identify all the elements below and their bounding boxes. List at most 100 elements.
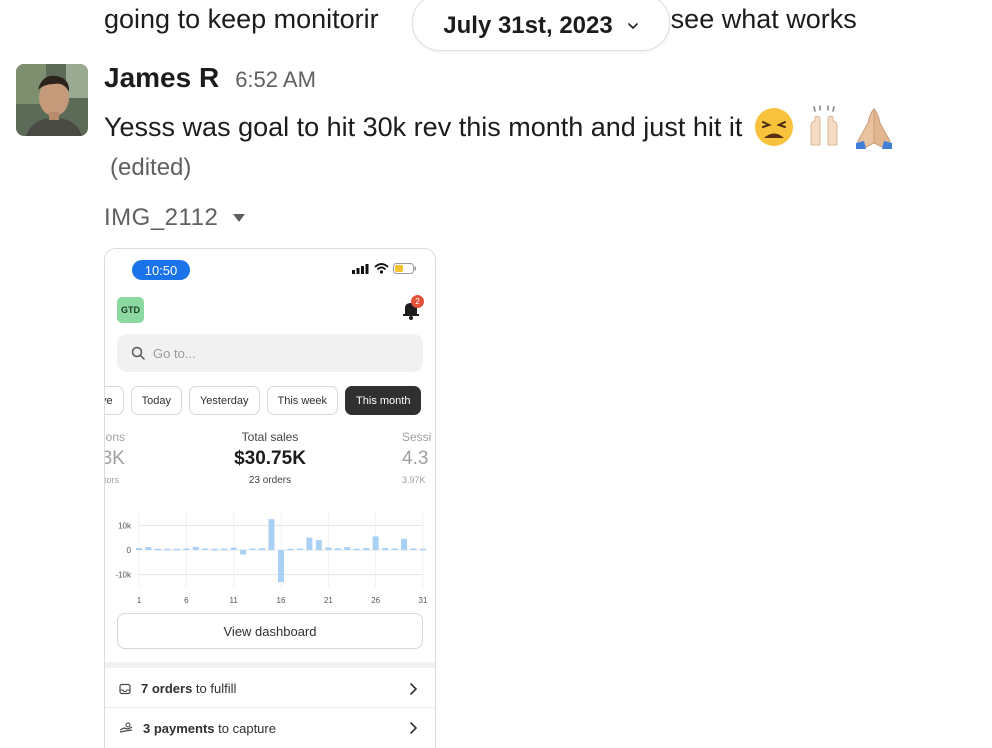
phone-clock: 10:50 [132, 260, 190, 280]
message-text: Yesss was goal to hit 30k rev this month… [104, 111, 743, 142]
message-header: James R 6:52 AM [104, 62, 316, 94]
chart-bar [315, 540, 322, 550]
chart-bar [240, 550, 247, 555]
signal-icon [352, 263, 369, 274]
search-icon [131, 346, 145, 360]
task-count: 7 orders [141, 681, 193, 696]
metric-total-sales[interactable]: Total sales $30.75K 23 orders [105, 430, 435, 486]
x-tick-label: 11 [230, 596, 239, 605]
x-tick-label: 21 [324, 596, 333, 605]
hand-coin-icon [119, 722, 133, 733]
chart-bar [183, 548, 190, 551]
x-tick-label: 1 [137, 596, 142, 605]
raising-hands-emoji-icon [810, 105, 838, 146]
inbox-icon [119, 683, 131, 694]
chart-bar [154, 548, 161, 551]
weary-face-emoji-icon [755, 108, 794, 146]
attachment-toggle[interactable]: IMG_2112 [104, 204, 246, 232]
message-body: Yesss was goal to hit 30k rev this month… [104, 105, 896, 149]
task-desc: to capture [214, 720, 276, 736]
date-divider-button[interactable]: July 31st, 2023 [412, 0, 670, 51]
task-desc: to fulfill [192, 681, 237, 696]
metric-sub: 3.97K [402, 475, 426, 485]
metric-label: Total sales [241, 430, 299, 444]
metric-sub: 23 orders [248, 475, 292, 486]
metric-value: 4.3 [402, 448, 429, 469]
chart-bar [382, 548, 389, 550]
chart-bar [145, 547, 152, 550]
store-badge[interactable]: GTD [117, 297, 144, 323]
task-text: 3 payments to capture [143, 721, 276, 736]
chart-bar [192, 546, 199, 550]
chart-bar [211, 548, 218, 551]
view-dashboard-button[interactable]: View dashboard [117, 613, 423, 649]
chart-bar [230, 547, 237, 550]
date-divider-label: July 31st, 2023 [443, 11, 613, 39]
chart-bar [136, 548, 142, 550]
chart-bar [306, 537, 313, 550]
chart-bar [420, 548, 426, 551]
chart-bar [173, 548, 180, 551]
chart-bar [410, 548, 417, 551]
x-tick-label: 26 [371, 596, 380, 605]
chart-bar [221, 548, 228, 551]
chart-bar [259, 548, 266, 550]
chevron-right-icon [410, 683, 417, 695]
section-divider [105, 662, 435, 668]
wifi-icon [374, 263, 389, 274]
chart-bar [268, 519, 275, 550]
metric-sessions-right[interactable]: Sessi 4.3 3.97K [402, 430, 431, 485]
metric-label: Sessi [402, 430, 432, 444]
attachment-filename: IMG_2112 [104, 204, 219, 231]
edited-label: (edited) [110, 154, 192, 181]
y-tick-label: 10k [118, 521, 132, 530]
avatar[interactable] [16, 64, 88, 136]
task-text: 7 orders to fulfill [141, 681, 236, 696]
message-timestamp[interactable]: 6:52 AM [235, 67, 316, 93]
image-attachment[interactable]: 10:50 GTD 2 Go to... e Today Yesterday T… [104, 248, 436, 748]
metric-value: $30.75K [234, 448, 306, 469]
x-tick-label: 6 [184, 596, 189, 605]
range-chip-this-month[interactable]: This month [345, 386, 422, 415]
sales-chart: 10k0-10k1 6 11 16 21 26 31 [115, 513, 428, 605]
chart-bar [334, 548, 341, 550]
task-row-orders[interactable]: 7 orders to fulfill [105, 670, 435, 708]
chart-bar [249, 548, 256, 551]
chart-bar [344, 547, 351, 550]
chart-bar [278, 550, 284, 583]
phone-status-icons [352, 263, 417, 274]
date-range-selector: ve Today Yesterday This week This month [105, 386, 422, 415]
chart-bar [391, 548, 398, 551]
search-placeholder: Go to... [153, 345, 196, 361]
chart-bar [287, 548, 294, 551]
notifications-button[interactable]: 2 [399, 295, 424, 321]
folded-hands-emoji-icon [856, 107, 893, 149]
chart-bar [164, 548, 171, 551]
caret-down-icon [233, 214, 246, 222]
phone-status-bar: 10:50 [105, 249, 435, 289]
sender-name[interactable]: James R [104, 62, 219, 94]
chart-bar [353, 548, 360, 551]
chevron-down-icon [627, 22, 638, 29]
range-chip-today[interactable]: Today [130, 386, 182, 415]
chart-bar [325, 547, 332, 550]
notification-badge: 2 [411, 295, 424, 308]
task-row-payments[interactable]: 3 payments to capture [105, 709, 435, 747]
y-tick-label: -10k [115, 571, 132, 580]
chart-bar [202, 548, 209, 551]
y-tick-label: 0 [127, 546, 132, 555]
x-tick-label: 16 [277, 596, 286, 605]
chart-bar [401, 538, 408, 550]
previous-message-text-left: going to keep monitorir [104, 4, 379, 34]
task-count: 3 payments [143, 720, 215, 736]
chart-bar [372, 536, 379, 550]
chart-bar [363, 548, 370, 550]
range-chip-this-week[interactable]: This week [266, 386, 339, 415]
x-tick-label: 31 [419, 596, 428, 605]
chevron-right-icon [410, 722, 417, 734]
range-chip-live[interactable]: ve [105, 386, 124, 415]
search-input[interactable]: Go to... [117, 334, 423, 372]
previous-message-text-right: to see what works [640, 4, 857, 34]
chart-bar [296, 548, 303, 551]
range-chip-yesterday[interactable]: Yesterday [188, 386, 260, 415]
